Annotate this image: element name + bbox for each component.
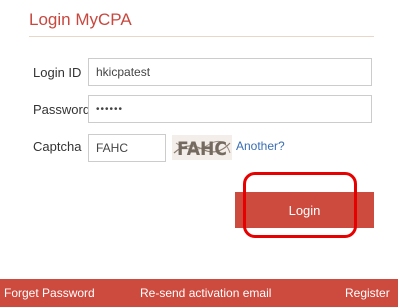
captcha-image-text: FAHC xyxy=(177,138,227,160)
login-button[interactable]: Login xyxy=(235,192,374,228)
register-link[interactable]: Register xyxy=(345,286,390,300)
another-captcha-link[interactable]: Another? xyxy=(236,139,285,153)
captcha-input[interactable] xyxy=(88,134,166,162)
login-id-input[interactable] xyxy=(88,58,372,86)
password-label: Password xyxy=(33,102,91,117)
forget-password-link[interactable]: Forget Password xyxy=(4,286,95,300)
title-divider xyxy=(29,36,374,37)
captcha-image: FAHC xyxy=(172,135,232,160)
page-title: Login MyCPA xyxy=(29,10,132,29)
captcha-graphic: FAHC xyxy=(173,138,231,160)
captcha-label: Captcha xyxy=(33,139,82,154)
login-page: Login MyCPA Login ID Password Captcha FA… xyxy=(0,0,398,307)
password-input[interactable] xyxy=(88,95,372,123)
resend-activation-link[interactable]: Re-send activation email xyxy=(140,286,271,300)
footer-bar: Forget Password Re-send activation email… xyxy=(0,279,398,307)
login-id-label: Login ID xyxy=(33,65,82,80)
